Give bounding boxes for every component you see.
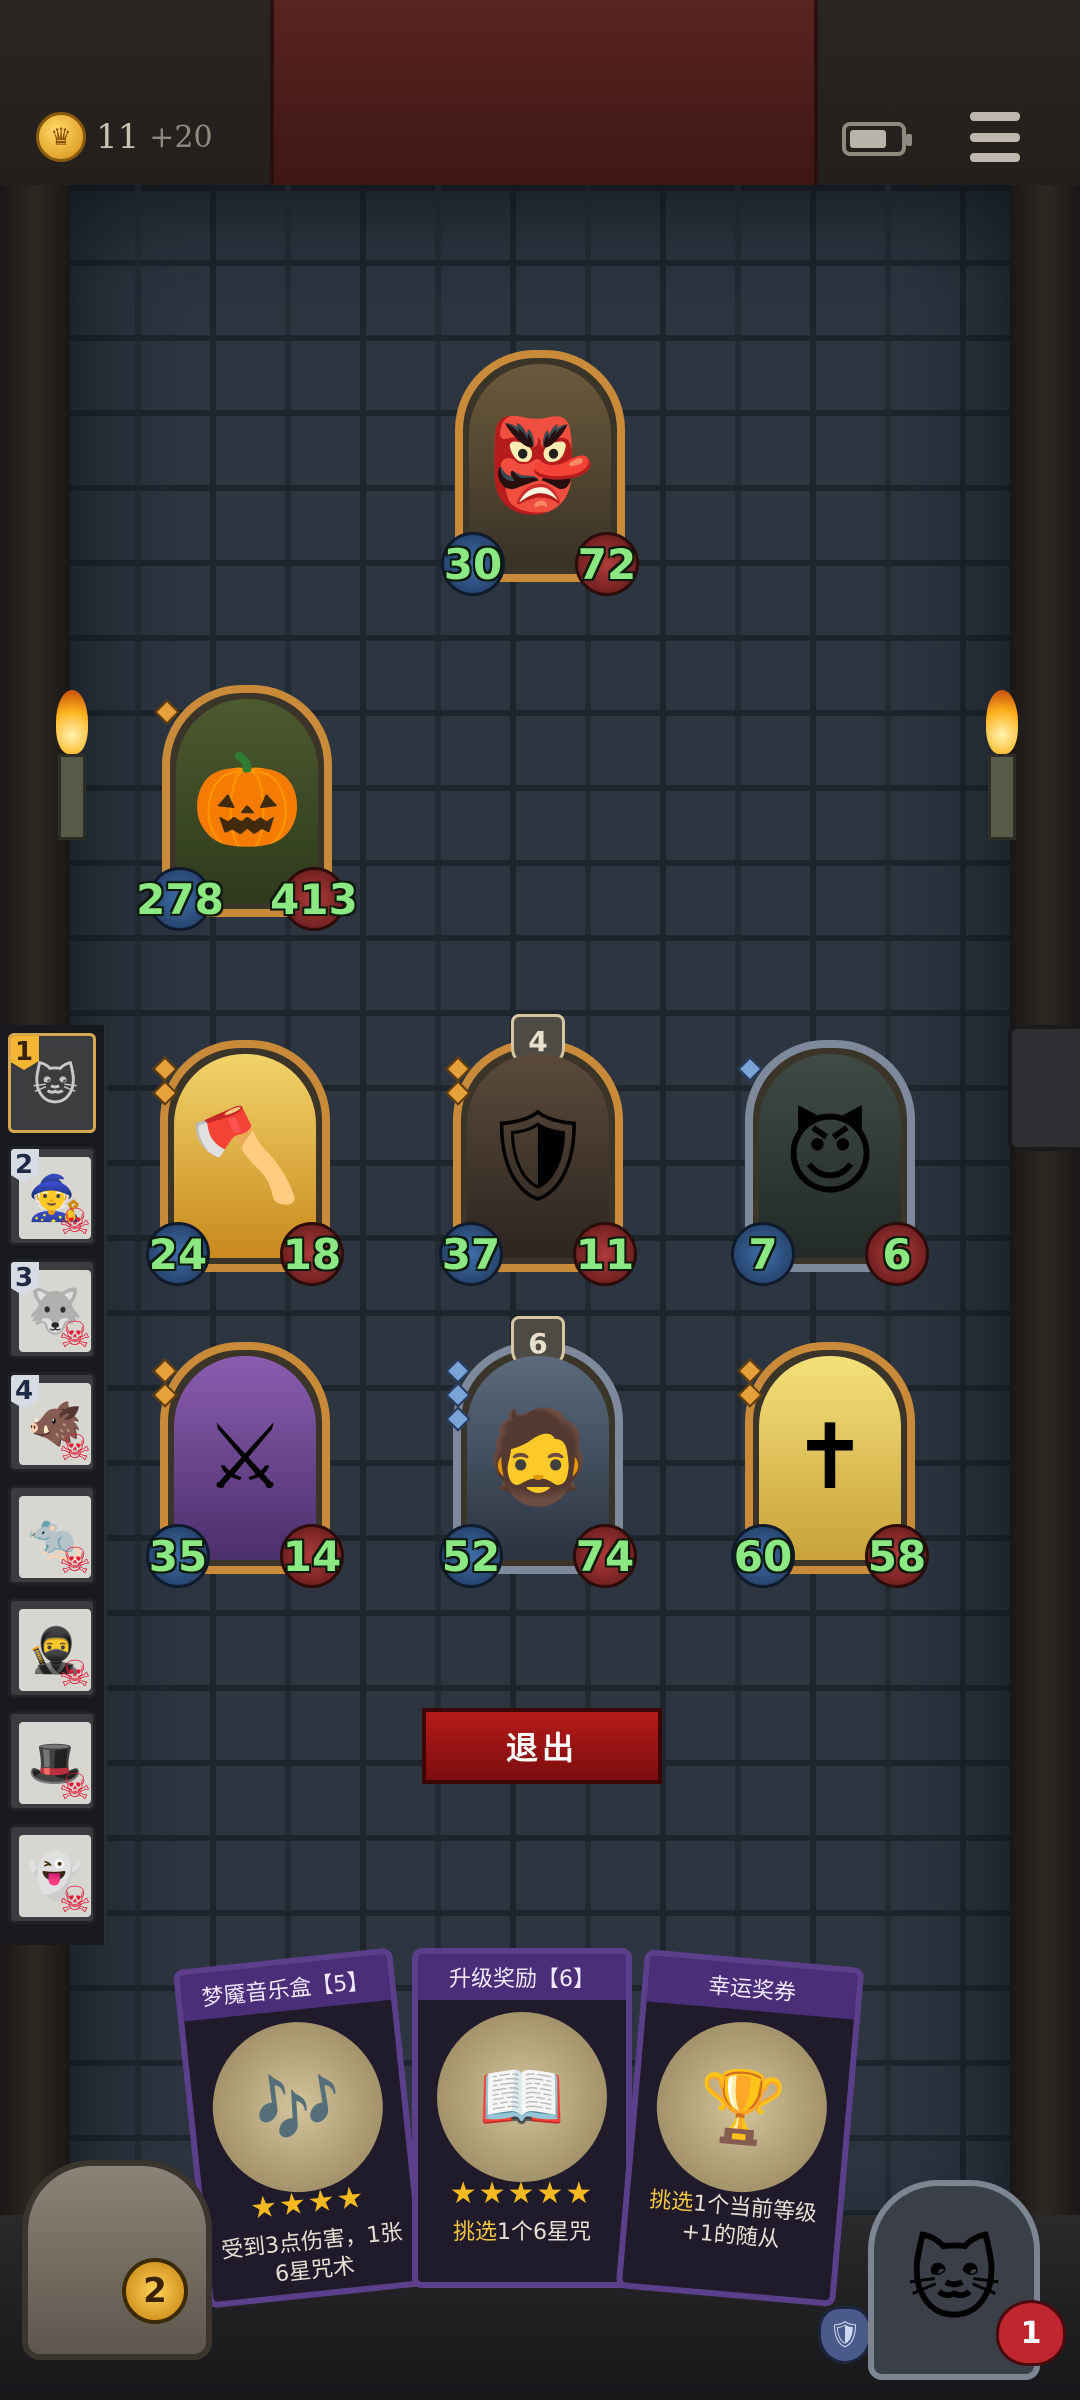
player-health-heart: 1 [996,2300,1066,2366]
right-pillar [1010,0,1080,2400]
roster-slot[interactable]: 🎩 ☠ [8,1711,96,1811]
enemy-card-goblin-witch[interactable]: 👺 30 72 [441,350,639,596]
cross-icon: ✝ [792,1405,868,1510]
battery-icon [842,122,912,156]
goblin-icon: 👺 [483,413,597,518]
reward-description: 挑选1个6星咒 [452,2220,591,2245]
skull-icon: ☠ [58,1541,91,1582]
menu-icon[interactable] [970,112,1020,162]
trophy-icon: 🏆 [649,2014,834,2200]
dwarf-icon: 🧔 [481,1405,595,1510]
attack-value: 30 [441,532,505,596]
roster-slot[interactable]: 🐗 4 ☠ [8,1372,96,1472]
health-value: 74 [573,1524,637,1588]
battery-fill [850,130,886,148]
reward-card-lucky-ticket[interactable]: 幸运奖券 🏆 挑选1个当前等级+1的随从 [615,1949,865,2307]
torch-right [982,690,1022,890]
attack-value: 7 [731,1222,795,1286]
skull-icon: ☠ [58,1428,91,1469]
attack-value: 37 [439,1222,503,1286]
minion-card-dwarf-warrior[interactable]: 6 🧔 52 74 [439,1316,637,1588]
axe-icon: 🪓 [188,1103,302,1208]
treasure-chest-icon[interactable] [22,2160,212,2360]
side-door[interactable] [1008,1025,1080,1151]
reward-title: 升级奖励【6】 [418,1954,626,2000]
spellbook-icon: 📖 [437,2012,607,2182]
attack-value: 278 [136,867,224,931]
attack-value: 52 [439,1524,503,1588]
coin-counter: ♛ 11 +20 [36,112,213,162]
skull-icon: ☠ [58,1202,91,1243]
sword-icon: ⚔ [204,1405,286,1510]
demon-icon: 😈 [783,1103,877,1208]
health-value: 6 [865,1222,929,1286]
reward-card-upgrade[interactable]: 升级奖励【6】 📖 ★★★★★ 挑选1个6星咒 [412,1948,632,2288]
enemy-card-pumpkin-ghost[interactable]: 🎃 278 413 [136,685,358,931]
torch-left [52,690,92,890]
attack-value: 35 [146,1524,210,1588]
music-box-icon: 🎶 [204,2013,392,2201]
roster-slot[interactable]: 🐀 ☠ [8,1485,96,1585]
exit-button[interactable]: 退出 [422,1708,662,1784]
roster-slot[interactable]: 🐱 1 [8,1033,96,1133]
roster-slot[interactable]: 👻 ☠ [8,1824,96,1924]
skull-icon: ☠ [58,1767,91,1808]
skull-icon: ☠ [58,1654,91,1695]
flame-icon [986,690,1018,754]
pumpkin-icon: 🎃 [190,748,304,853]
skull-icon: ☠ [58,1880,91,1921]
minion-card-shield-soldier[interactable]: ⚔ 35 14 [146,1342,344,1588]
roster-slot[interactable]: 🧙 2 ☠ [8,1146,96,1246]
minion-card-dark-knight[interactable]: 4 🛡 37 11 [439,1014,637,1286]
attack-value: 24 [146,1222,210,1286]
armor-shield-icon: 🛡 [818,2306,872,2364]
health-value: 14 [280,1524,344,1588]
health-value: 72 [575,532,639,596]
health-value: 58 [865,1524,929,1588]
flame-icon [56,690,88,754]
coin-bonus: +20 [149,119,213,155]
roster-slot[interactable]: 🐺 3 ☠ [8,1259,96,1359]
opponent-roster: 🐱 1 🧙 2 ☠ 🐺 3 ☠ 🐗 4 ☠ 🐀 ☠ 🥷 ☠ 🎩 ☠ 👻 ☠ [0,1025,107,1945]
chest-count-badge: 2 [122,2258,188,2324]
shield-icon: 🛡 [480,1103,596,1208]
reward-description: 受到3点伤害，1张6星咒术 [220,2219,404,2287]
minion-card-succubus[interactable]: 😈 7 6 [731,1040,929,1286]
health-value: 11 [573,1222,637,1286]
roster-slot[interactable]: 🥷 ☠ [8,1598,96,1698]
skull-icon: ☠ [58,1315,91,1356]
red-curtain [270,0,818,185]
attack-value: 60 [731,1524,795,1588]
coin-icon: ♛ [36,112,86,162]
minion-card-berserker[interactable]: 🪓 24 18 [146,1040,344,1286]
reward-title: 幸运奖券 [646,1955,858,2020]
reward-description: 挑选1个当前等级+1的随从 [648,2187,818,2253]
coin-amount: 11 [96,117,140,157]
star-rating: ★★★★★ [449,2176,595,2211]
minion-card-holy-shield[interactable]: ✝ 60 58 [731,1342,929,1588]
health-value: 18 [280,1222,344,1286]
health-value: 413 [270,867,358,931]
